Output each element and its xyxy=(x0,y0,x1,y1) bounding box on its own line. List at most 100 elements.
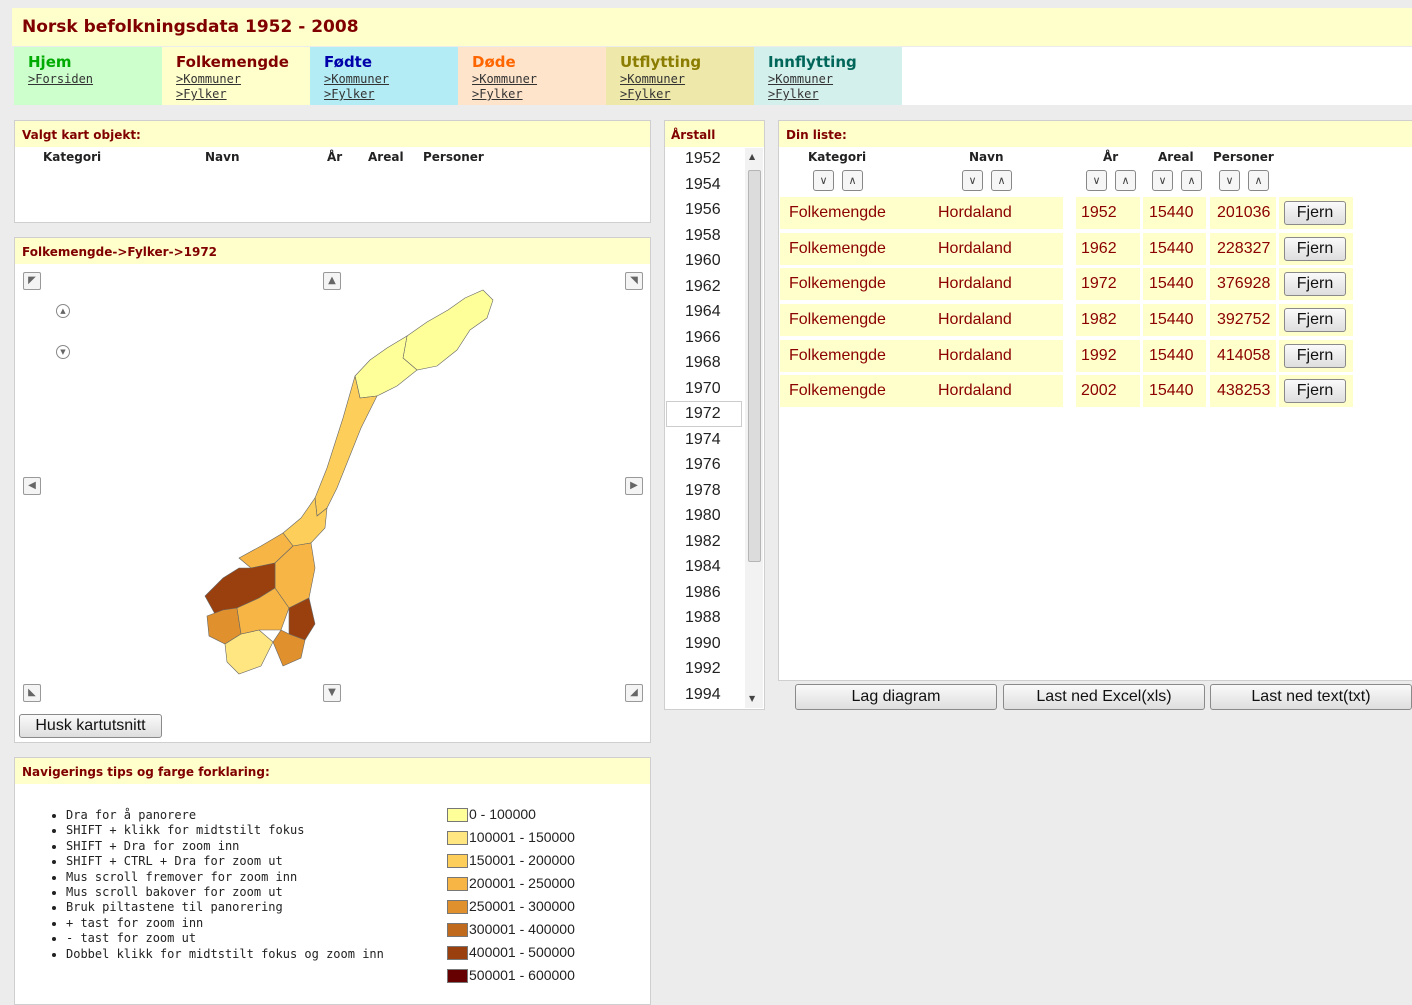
nav-link-dode-fylker[interactable]: >Fylker xyxy=(472,87,523,101)
year-item[interactable]: 1986 xyxy=(685,584,721,602)
cell-navn: Hordaland xyxy=(900,197,1063,229)
legend-swatch xyxy=(447,854,468,868)
legend-label: 200001 - 250000 xyxy=(469,875,575,891)
pan-down-left-icon[interactable]: ◣ xyxy=(23,684,41,702)
year-item[interactable]: 1994 xyxy=(685,686,721,704)
sort-areal-desc-button[interactable]: ∨ xyxy=(1152,170,1173,191)
sort-aar-desc-button[interactable]: ∨ xyxy=(1086,170,1107,191)
sort-kategori-desc-button[interactable]: ∨ xyxy=(813,170,834,191)
year-item[interactable]: 1988 xyxy=(685,609,721,627)
legend-swatch xyxy=(447,923,468,937)
legend-label: 150001 - 200000 xyxy=(469,852,575,868)
sort-personer-desc-button[interactable]: ∨ xyxy=(1219,170,1240,191)
pan-up-right-icon[interactable]: ◥ xyxy=(625,272,643,290)
sort-navn-desc-button[interactable]: ∨ xyxy=(962,170,983,191)
nav-link-fodte-kommuner[interactable]: >Kommuner xyxy=(324,72,389,86)
cell-kategori: Folkemengde xyxy=(780,197,904,229)
nav-link-folkemengde-kommuner[interactable]: >Kommuner xyxy=(176,72,241,86)
remove-button[interactable]: Fjern xyxy=(1284,272,1346,296)
remove-button[interactable]: Fjern xyxy=(1284,379,1346,403)
legend-label: 100001 - 150000 xyxy=(469,829,575,845)
pan-right-icon[interactable]: ▶ xyxy=(625,477,643,495)
nav-link-forsiden[interactable]: >Forsiden xyxy=(28,72,93,86)
remove-button[interactable]: Fjern xyxy=(1284,201,1346,225)
scroll-down-icon[interactable]: ▼ xyxy=(749,694,755,703)
scroll-up-icon[interactable]: ▲ xyxy=(749,152,755,161)
year-item[interactable]: 1976 xyxy=(685,456,721,474)
sort-kategori-asc-button[interactable]: ∧ xyxy=(842,170,863,191)
year-item[interactable]: 1954 xyxy=(685,176,721,194)
zoom-out-icon[interactable]: ▼ xyxy=(56,345,70,359)
year-item[interactable]: 1980 xyxy=(685,507,721,525)
list-col-personer: Personer xyxy=(1213,150,1274,164)
cell-action: Fjern xyxy=(1279,375,1353,407)
nav-link-folkemengde-fylker[interactable]: >Fylker xyxy=(176,87,227,101)
download-text-button[interactable]: Last ned text(txt) xyxy=(1210,684,1412,710)
download-excel-button[interactable]: Last ned Excel(xls) xyxy=(1003,684,1205,710)
cell-areal: 15440 xyxy=(1143,340,1206,372)
year-item[interactable]: 1970 xyxy=(685,380,721,398)
year-item[interactable]: 1974 xyxy=(685,431,721,449)
region-nordland xyxy=(314,375,378,517)
year-item[interactable]: 1958 xyxy=(685,227,721,245)
col-aar: År xyxy=(327,150,343,164)
sort-areal-asc-button[interactable]: ∧ xyxy=(1181,170,1202,191)
years-scrollbar[interactable]: ▲ ▼ xyxy=(745,148,763,708)
map-breadcrumb: Folkemengde->Fylker->1972 xyxy=(22,245,218,259)
year-item[interactable]: 1966 xyxy=(685,329,721,347)
nav-tab-fodte[interactable]: Fødte >Kommuner >Fylker xyxy=(310,47,458,105)
cell-action: Fjern xyxy=(1279,233,1353,265)
tips-list: Dra for å panorere SHIFT + klikk for mid… xyxy=(46,808,384,962)
cell-aar: 1962 xyxy=(1076,233,1140,265)
pan-up-left-icon[interactable]: ◤ xyxy=(23,272,41,290)
year-item[interactable]: 1990 xyxy=(685,635,721,653)
nav-title-innflytting: Innflytting xyxy=(768,53,857,71)
year-item[interactable]: 1960 xyxy=(685,252,721,270)
nav-tab-utflytting[interactable]: Utflytting >Kommuner >Fylker xyxy=(606,47,754,105)
nav-tab-hjem[interactable]: Hjem >Forsiden xyxy=(14,47,162,105)
cell-navn: Hordaland xyxy=(900,340,1063,372)
year-item[interactable]: 1978 xyxy=(685,482,721,500)
sort-personer-asc-button[interactable]: ∧ xyxy=(1248,170,1269,191)
nav-link-dode-kommuner[interactable]: >Kommuner xyxy=(472,72,537,86)
pan-down-right-icon[interactable]: ◢ xyxy=(625,684,643,702)
remove-button[interactable]: Fjern xyxy=(1284,344,1346,368)
year-item[interactable]: 1956 xyxy=(685,201,721,219)
year-item-selected[interactable]: 1972 xyxy=(685,405,721,423)
nav-link-fodte-fylker[interactable]: >Fylker xyxy=(324,87,375,101)
scrollbar-thumb[interactable] xyxy=(748,170,761,562)
list-col-kategori: Kategori xyxy=(808,150,867,164)
nav-link-innflytting-kommuner[interactable]: >Kommuner xyxy=(768,72,833,86)
nav-tab-dode[interactable]: Døde >Kommuner >Fylker xyxy=(458,47,606,105)
save-map-view-button[interactable]: Husk kartutsnitt xyxy=(19,714,162,738)
remove-button[interactable]: Fjern xyxy=(1284,237,1346,261)
norway-map[interactable] xyxy=(165,278,515,698)
cell-aar: 1972 xyxy=(1076,268,1140,300)
nav-link-innflytting-fylker[interactable]: >Fylker xyxy=(768,87,819,101)
year-item[interactable]: 1968 xyxy=(685,354,721,372)
year-item[interactable]: 1992 xyxy=(685,660,721,678)
nav-link-utflytting-fylker[interactable]: >Fylker xyxy=(620,87,671,101)
year-item[interactable]: 1952 xyxy=(685,150,721,168)
tips-title: Navigerings tips og farge forklaring: xyxy=(22,765,270,779)
pan-left-icon[interactable]: ◀ xyxy=(23,477,41,495)
nav-tab-innflytting[interactable]: Innflytting >Kommuner >Fylker xyxy=(754,47,902,105)
col-navn: Navn xyxy=(205,150,240,164)
year-item[interactable]: 1962 xyxy=(685,278,721,296)
make-diagram-button[interactable]: Lag diagram xyxy=(795,684,997,710)
year-item[interactable]: 1984 xyxy=(685,558,721,576)
col-kategori: Kategori xyxy=(43,150,102,164)
nav-link-utflytting-kommuner[interactable]: >Kommuner xyxy=(620,72,685,86)
cell-kategori: Folkemengde xyxy=(780,233,904,265)
sort-aar-asc-button[interactable]: ∧ xyxy=(1115,170,1136,191)
cell-personer: 438253 xyxy=(1210,375,1276,407)
zoom-in-icon[interactable]: ▲ xyxy=(56,304,70,318)
nav-tab-folkemengde[interactable]: Folkemengde >Kommuner >Fylker xyxy=(162,47,310,105)
year-item[interactable]: 1982 xyxy=(685,533,721,551)
year-item[interactable]: 1964 xyxy=(685,303,721,321)
sort-navn-asc-button[interactable]: ∧ xyxy=(991,170,1012,191)
tip-item: Bruk piltastene til panorering xyxy=(66,900,384,915)
remove-button[interactable]: Fjern xyxy=(1284,308,1346,332)
cell-aar: 1992 xyxy=(1076,340,1140,372)
cell-navn: Hordaland xyxy=(900,233,1063,265)
